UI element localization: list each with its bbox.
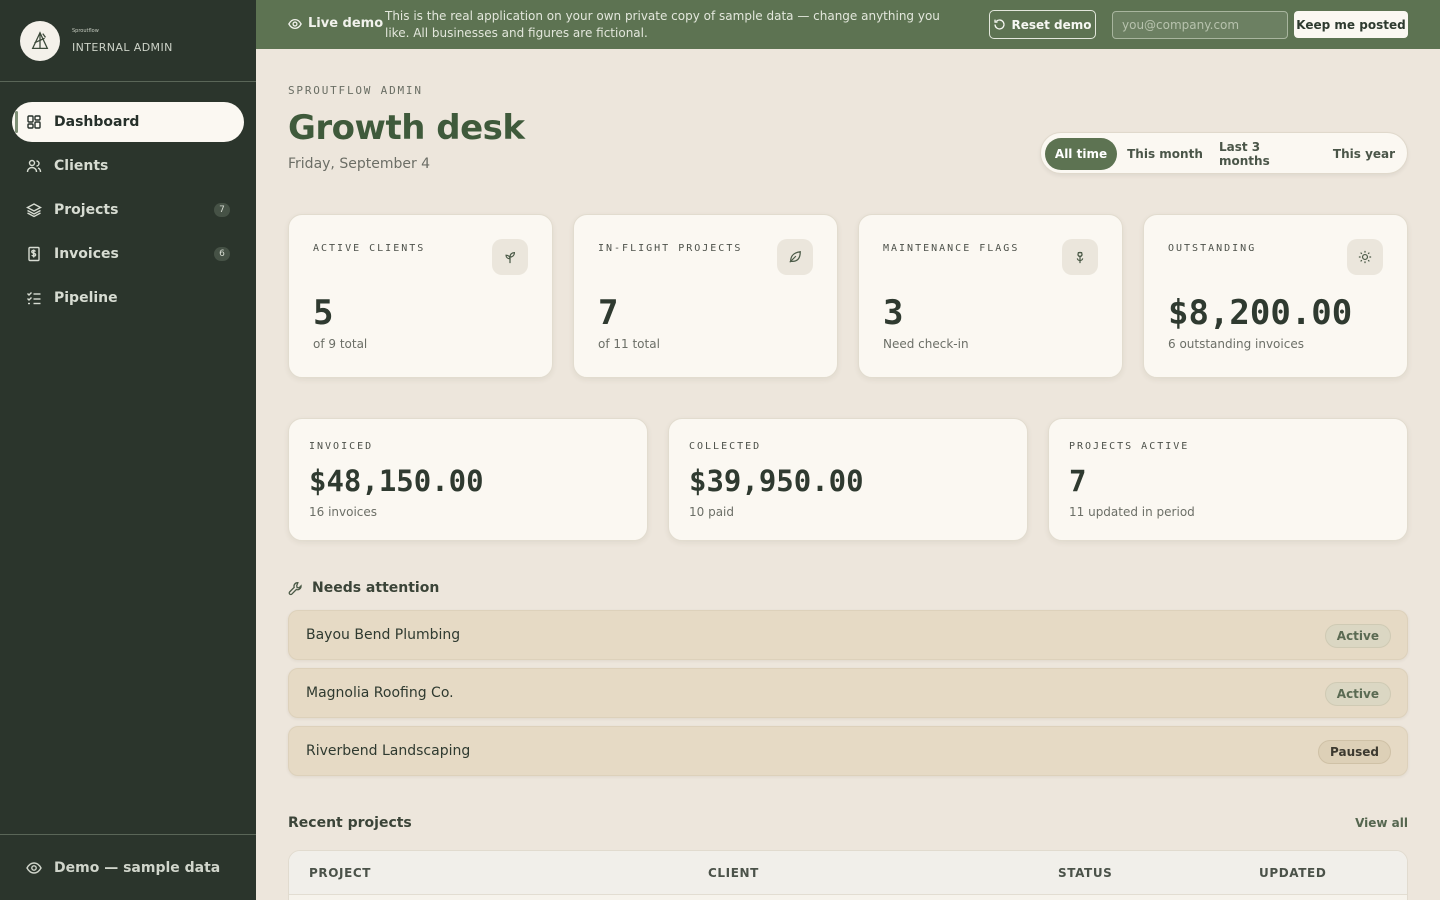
status-badge: Paused: [1318, 740, 1391, 764]
attention-row[interactable]: Bayou Bend Plumbing Active: [288, 610, 1408, 660]
stat-card-sub: Need check-in: [883, 337, 969, 351]
wrench-icon: [288, 581, 303, 596]
stat-card-maintenance-flags: MAINTENANCE FLAGS 3 Need check-in: [858, 214, 1123, 378]
live-demo-indicator: Live demo: [288, 16, 383, 31]
table-header: PROJECT CLIENT STATUS UPDATED: [289, 851, 1407, 895]
sidebar-item-label: Dashboard: [54, 114, 140, 130]
sun-icon: [1347, 239, 1383, 275]
stat-card-label: IN-FLIGHT PROJECTS: [598, 243, 743, 254]
page-eyebrow: SPROUTFLOW ADMIN: [288, 84, 423, 97]
status-badge: Active: [1324, 624, 1391, 648]
page-date: Friday, September 4: [288, 156, 431, 172]
recent-projects-table: PROJECT CLIENT STATUS UPDATED: [288, 850, 1408, 900]
attention-row[interactable]: Magnolia Roofing Co. Active: [288, 668, 1408, 718]
sidebar-item-label: Invoices: [54, 246, 119, 262]
email-field[interactable]: [1112, 11, 1288, 39]
stat-card-value: 3: [883, 293, 904, 333]
stat-card-in-flight-projects: IN-FLIGHT PROJECTS 7 of 11 total: [573, 214, 838, 378]
logo-icon[interactable]: [20, 20, 60, 61]
attention-client-name: Magnolia Roofing Co.: [306, 685, 454, 701]
sidebar: Sproutflow INTERNAL ADMIN Dashboard Clie…: [0, 0, 256, 900]
flower-icon: [1062, 239, 1098, 275]
eye-icon: [26, 860, 42, 876]
summary-card-label: COLLECTED: [689, 441, 762, 452]
brand-name: Sproutflow: [72, 28, 99, 34]
recent-projects-heading: Recent projects: [288, 815, 412, 831]
stat-card-label: MAINTENANCE FLAGS: [883, 243, 1020, 254]
sprout-icon: [492, 239, 528, 275]
brand-subtitle: INTERNAL ADMIN: [72, 41, 173, 54]
receipt-icon: [26, 246, 42, 262]
dashboard-grid-icon: [26, 114, 42, 130]
reset-demo-label: Reset demo: [1011, 17, 1092, 32]
summary-card-sub: 16 invoices: [309, 505, 378, 519]
attention-row[interactable]: Riverbend Landscaping Paused: [288, 726, 1408, 776]
eye-icon: [288, 17, 302, 31]
summary-card-value: $39,950.00: [689, 464, 864, 498]
sidebar-item-pipeline[interactable]: Pipeline: [12, 278, 244, 318]
sidebar-item-projects[interactable]: Projects 7: [12, 190, 244, 230]
summary-card-value: $48,150.00: [309, 464, 484, 498]
checklist-icon: [26, 290, 42, 306]
attention-client-name: Bayou Bend Plumbing: [306, 627, 461, 643]
keep-me-posted-button[interactable]: Keep me posted: [1294, 11, 1408, 38]
stat-card-value: 5: [313, 293, 334, 333]
time-range-tabs: All time This month Last 3 months This y…: [1040, 132, 1408, 174]
invoices-count-badge: 6: [214, 247, 230, 261]
summary-card-projects-active: PROJECTS ACTIVE 7 11 updated in period: [1048, 418, 1408, 541]
status-badge: Active: [1324, 682, 1391, 706]
attention-client-name: Riverbend Landscaping: [306, 743, 471, 759]
tab-this-year[interactable]: This year: [1329, 138, 1399, 170]
sidebar-item-clients[interactable]: Clients: [12, 146, 244, 186]
column-header-project[interactable]: PROJECT: [309, 866, 371, 880]
needs-attention-heading: Needs attention: [288, 580, 439, 596]
summary-card-label: PROJECTS ACTIVE: [1069, 441, 1190, 452]
stat-card-value: 7: [598, 293, 619, 333]
tab-last-3-months[interactable]: Last 3 months: [1219, 138, 1315, 170]
column-header-status[interactable]: STATUS: [1058, 866, 1112, 880]
reset-demo-button[interactable]: Reset demo: [989, 10, 1096, 39]
summary-card-value: 7: [1069, 464, 1087, 498]
needs-attention-title: Needs attention: [312, 580, 440, 596]
layers-icon: [26, 202, 42, 218]
column-header-client[interactable]: CLIENT: [708, 866, 759, 880]
reset-icon: [993, 18, 1006, 31]
stat-card-label: OUTSTANDING: [1168, 243, 1257, 254]
stat-card-value: $8,200.00: [1168, 293, 1353, 333]
stat-card-sub: of 9 total: [313, 337, 368, 351]
summary-card-sub: 11 updated in period: [1069, 505, 1195, 519]
banner-message: This is the real application on your own…: [385, 9, 940, 40]
projects-count-badge: 7: [214, 203, 230, 217]
tab-this-month[interactable]: This month: [1125, 138, 1205, 170]
summary-card-label: INVOICED: [309, 441, 374, 452]
sidebar-item-dashboard[interactable]: Dashboard: [12, 102, 244, 142]
summary-card-sub: 10 paid: [689, 505, 735, 519]
view-all-link[interactable]: View all: [1340, 816, 1408, 830]
stat-card-sub: of 11 total: [598, 337, 660, 351]
leaf-icon: [777, 239, 813, 275]
stat-card-active-clients: ACTIVE CLIENTS 5 of 9 total: [288, 214, 553, 378]
tab-all-time[interactable]: All time: [1045, 138, 1117, 170]
brand: Sproutflow INTERNAL ADMIN: [0, 0, 256, 82]
sidebar-item-label: Clients: [54, 158, 109, 174]
stat-card-sub: 6 outstanding invoices: [1168, 337, 1304, 351]
stat-card-outstanding: OUTSTANDING $8,200.00 6 outstanding invo…: [1143, 214, 1408, 378]
sidebar-item-invoices[interactable]: Invoices 6: [12, 234, 244, 274]
summary-card-invoiced: INVOICED $48,150.00 16 invoices: [288, 418, 648, 541]
sidebar-item-label: Pipeline: [54, 290, 118, 306]
demo-banner: Live demo This is the real application o…: [256, 0, 1440, 49]
sidebar-footer-demo[interactable]: Demo — sample data: [0, 834, 256, 900]
users-icon: [26, 158, 42, 174]
summary-card-collected: COLLECTED $39,950.00 10 paid: [668, 418, 1028, 541]
sidebar-footer-label: Demo — sample data: [54, 859, 221, 876]
sidebar-item-label: Projects: [54, 202, 119, 218]
page-title: Growth desk: [288, 108, 525, 148]
live-demo-label: Live demo: [308, 16, 384, 31]
column-header-updated[interactable]: UPDATED: [1259, 866, 1326, 880]
sidebar-nav: Dashboard Clients Projects 7 Invoices 6: [0, 82, 256, 318]
stat-card-label: ACTIVE CLIENTS: [313, 243, 426, 254]
